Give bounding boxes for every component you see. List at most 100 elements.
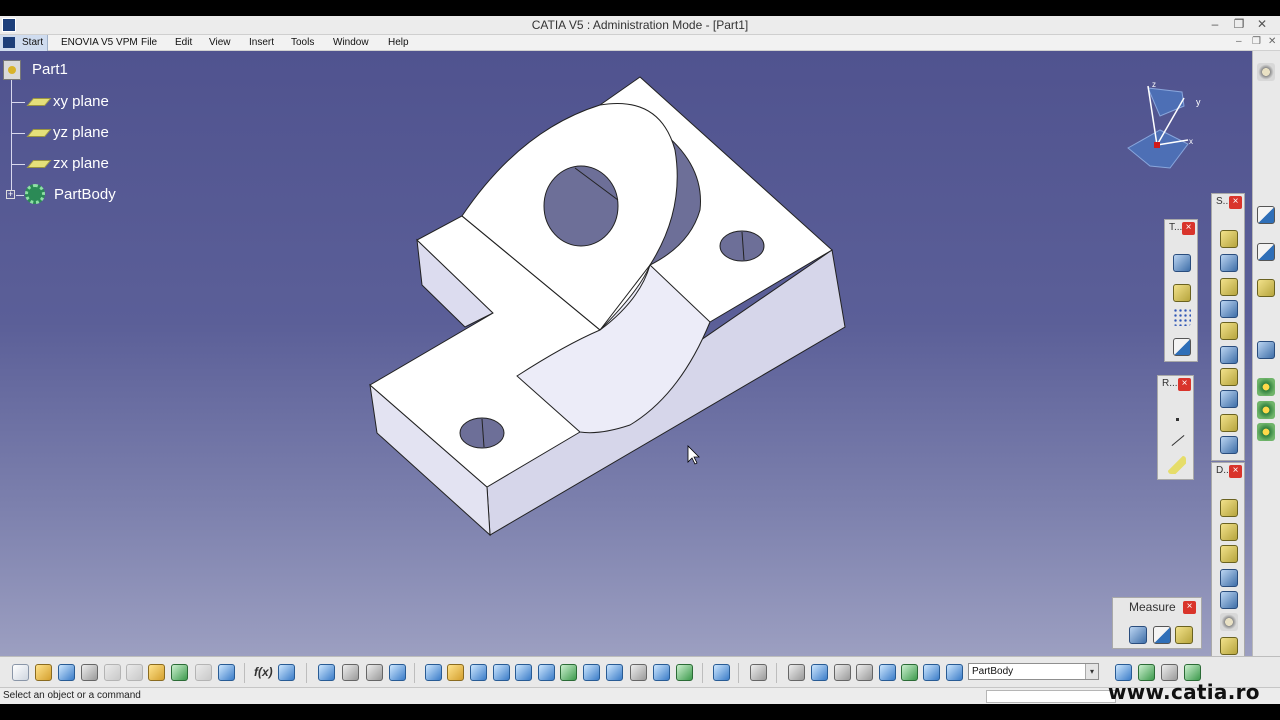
groove-icon[interactable] — [1220, 300, 1238, 318]
zoom-in-icon[interactable] — [515, 664, 532, 681]
undo-icon[interactable] — [171, 664, 188, 681]
expand-partbody-toggle[interactable]: + — [6, 190, 15, 199]
compass-widget[interactable]: z y x — [1120, 78, 1210, 178]
swap-space-icon[interactable] — [676, 664, 693, 681]
catalog-icon[interactable] — [1257, 423, 1275, 441]
sketch-toolbar-close-button[interactable]: × — [1229, 196, 1242, 209]
point-icon[interactable] — [1168, 410, 1186, 428]
define-in-work-icon[interactable] — [366, 664, 383, 681]
pad-icon[interactable] — [1220, 230, 1238, 248]
hide-show-icon[interactable] — [653, 664, 670, 681]
tree-node-part1[interactable]: Part1 — [32, 61, 68, 78]
sketcher-icon[interactable] — [1257, 243, 1275, 261]
fly-mode-icon[interactable] — [425, 664, 442, 681]
slot-icon[interactable] — [1220, 368, 1238, 386]
boolean-icon[interactable] — [1257, 279, 1275, 297]
axis-system-icon[interactable] — [1173, 284, 1191, 302]
draft-icon[interactable] — [1220, 545, 1238, 563]
removed-multi-sections-icon[interactable] — [1220, 436, 1238, 454]
mouse-cursor-icon — [687, 445, 700, 465]
pan-icon[interactable] — [470, 664, 487, 681]
dress-toolbar-close-button[interactable]: × — [1229, 465, 1242, 478]
catalog-browser-icon[interactable] — [389, 664, 406, 681]
dropdown-arrow-icon[interactable]: ▾ — [1085, 664, 1098, 679]
measure-between-icon[interactable] — [1129, 626, 1147, 644]
constraint-icon[interactable] — [879, 664, 896, 681]
isometric-view-icon[interactable] — [606, 664, 623, 681]
rotate-icon[interactable] — [493, 664, 510, 681]
partbody-gear-icon — [25, 184, 45, 204]
redo-icon[interactable] — [195, 664, 212, 681]
power-input-field[interactable] — [986, 690, 1116, 703]
update-all-icon[interactable] — [788, 664, 805, 681]
rib-icon[interactable] — [1220, 346, 1238, 364]
axis-icon[interactable] — [834, 664, 851, 681]
normal-view-icon[interactable] — [560, 664, 577, 681]
new-icon[interactable] — [12, 664, 29, 681]
doc-restore-button[interactable]: ❐ — [1252, 36, 1261, 47]
knowledge-icon[interactable] — [278, 664, 295, 681]
grid-snap-icon[interactable] — [856, 664, 873, 681]
dimension-icon[interactable] — [901, 664, 918, 681]
edge-fillet-icon[interactable] — [1220, 499, 1238, 517]
zoom-out-icon[interactable] — [538, 664, 555, 681]
cut-icon[interactable] — [104, 664, 121, 681]
compass-icon[interactable] — [811, 664, 828, 681]
analysis-icon[interactable] — [1257, 401, 1275, 419]
measure-inertia-icon[interactable] — [1175, 626, 1193, 644]
thread-icon[interactable] — [1220, 613, 1238, 631]
print-icon[interactable] — [81, 664, 98, 681]
pencil-icon[interactable] — [1115, 664, 1132, 681]
chamfer-icon[interactable] — [1220, 523, 1238, 541]
camera-icon[interactable] — [750, 664, 767, 681]
list-icon[interactable] — [923, 664, 940, 681]
grid-icon[interactable] — [1173, 308, 1191, 326]
shading-icon[interactable] — [630, 664, 647, 681]
snap-icon[interactable] — [1173, 338, 1191, 356]
tree-node-yz-plane[interactable]: yz plane — [53, 124, 109, 141]
multi-sections-solid-icon[interactable] — [1220, 414, 1238, 432]
measure-toolbar-close-button[interactable]: × — [1183, 601, 1196, 614]
body-selector[interactable]: PartBody ▾ — [968, 663, 1099, 680]
select-icon[interactable] — [1257, 206, 1275, 224]
catalog-icon[interactable] — [713, 664, 730, 681]
copy-icon[interactable] — [126, 664, 143, 681]
thickness-icon[interactable] — [1220, 591, 1238, 609]
multi-view-icon[interactable] — [583, 664, 600, 681]
tree-node-zx-plane[interactable]: zx plane — [53, 155, 109, 172]
light-icon[interactable] — [1184, 664, 1201, 681]
whats-this-icon[interactable] — [218, 664, 235, 681]
pocket-icon[interactable] — [1220, 254, 1238, 272]
update-icon[interactable] — [1173, 254, 1191, 272]
settings-gear-icon[interactable] — [1257, 63, 1275, 81]
insert-body-icon[interactable] — [1257, 341, 1275, 359]
scan-icon[interactable] — [342, 664, 359, 681]
table-icon[interactable] — [318, 664, 335, 681]
compass-x-label: x — [1189, 137, 1193, 146]
status-prompt: Select an object or a command — [3, 690, 141, 701]
reference-toolbar-close-button[interactable]: × — [1178, 378, 1191, 391]
tools-toolbar-close-button[interactable]: × — [1182, 222, 1195, 235]
paste-icon[interactable] — [148, 664, 165, 681]
render-icon[interactable] — [1161, 664, 1178, 681]
remove-face-icon[interactable] — [1220, 637, 1238, 655]
fit-all-icon[interactable] — [447, 664, 464, 681]
measure-item-icon[interactable] — [1153, 626, 1171, 644]
right-docked-toolbar — [1252, 51, 1280, 656]
tree-node-partbody[interactable]: PartBody — [54, 186, 116, 203]
stiffener-icon[interactable] — [1220, 390, 1238, 408]
shell-icon[interactable] — [1220, 569, 1238, 587]
part-body-icon[interactable] — [946, 664, 963, 681]
formula-icon[interactable]: f(x) — [254, 664, 273, 681]
hole-icon[interactable] — [1220, 322, 1238, 340]
save-icon[interactable] — [58, 664, 75, 681]
doc-close-button[interactable]: ✕ — [1268, 36, 1276, 47]
shaft-icon[interactable] — [1220, 278, 1238, 296]
close-button[interactable]: ✕ — [1250, 16, 1274, 35]
material-icon[interactable] — [1138, 664, 1155, 681]
line-icon[interactable] — [1168, 432, 1186, 450]
tree-node-xy-plane[interactable]: xy plane — [53, 93, 109, 110]
open-icon[interactable] — [35, 664, 52, 681]
plane-icon[interactable] — [1168, 456, 1186, 474]
apply-material-icon[interactable] — [1257, 378, 1275, 396]
